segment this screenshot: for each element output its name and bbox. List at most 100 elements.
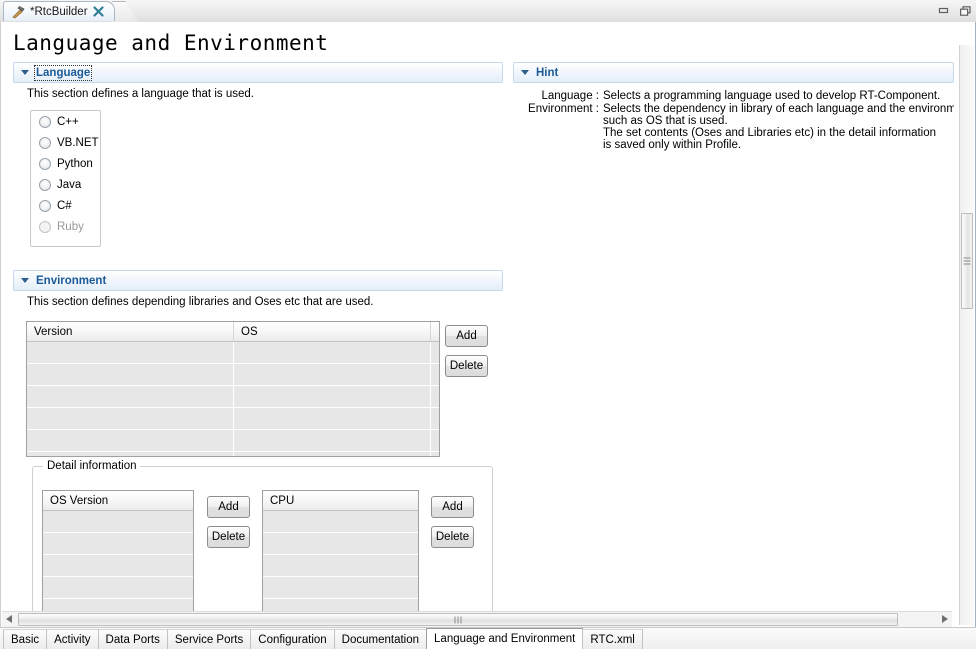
environment-section-header[interactable]: Environment bbox=[13, 270, 503, 291]
os-version-add-button[interactable]: Add bbox=[207, 496, 250, 518]
radio-label: C# bbox=[57, 199, 72, 212]
cell-cpu bbox=[263, 555, 418, 576]
tab-data-ports[interactable]: Data Ports bbox=[97, 629, 168, 649]
environment-section-title: Environment bbox=[36, 274, 107, 287]
cpu-table-header: CPU bbox=[263, 491, 418, 511]
page-tab-bar: Basic Activity Data Ports Service Ports … bbox=[0, 627, 976, 649]
tab-service-ports[interactable]: Service Ports bbox=[166, 629, 252, 649]
close-icon[interactable] bbox=[92, 6, 104, 17]
radio-option-csharp[interactable]: C# bbox=[31, 195, 100, 216]
table-row[interactable] bbox=[27, 430, 439, 452]
cell-version bbox=[27, 408, 234, 429]
language-radio-group: C++ VB.NET Python Java C# Ruby bbox=[30, 110, 101, 247]
cell-os-version bbox=[43, 577, 193, 598]
table-row[interactable] bbox=[263, 577, 418, 599]
os-version-delete-button[interactable]: Delete bbox=[207, 526, 250, 548]
radio-icon bbox=[39, 115, 51, 128]
table-row[interactable] bbox=[27, 408, 439, 430]
cell-os bbox=[234, 342, 431, 363]
hint-entry-language: Language : Selects a programming languag… bbox=[513, 90, 954, 102]
vertical-scrollbar[interactable] bbox=[959, 45, 974, 625]
window-controls bbox=[937, 4, 972, 16]
hint-section-header[interactable]: Hint bbox=[513, 62, 954, 83]
cpu-delete-button[interactable]: Delete bbox=[431, 526, 474, 548]
environment-table[interactable]: Version OS bbox=[26, 321, 440, 457]
hint-line-1: Selects the dependency in library of eac… bbox=[603, 103, 954, 115]
cell-os bbox=[234, 408, 431, 429]
radio-icon bbox=[39, 157, 51, 170]
table-row[interactable] bbox=[27, 342, 439, 364]
hint-text-environment: Selects the dependency in library of eac… bbox=[603, 103, 954, 151]
editor-tab-strip: *RtcBuilder bbox=[0, 0, 976, 23]
column-header-os[interactable]: OS bbox=[234, 322, 431, 341]
tab-documentation[interactable]: Documentation bbox=[333, 629, 428, 649]
environment-add-button[interactable]: Add bbox=[445, 325, 488, 347]
scroll-left-icon[interactable] bbox=[6, 615, 12, 623]
cpu-table-body bbox=[263, 511, 418, 613]
os-version-table[interactable]: OS Version bbox=[42, 490, 194, 614]
table-row[interactable] bbox=[27, 364, 439, 386]
editor-tab-rtcbuilder[interactable]: *RtcBuilder bbox=[3, 1, 115, 21]
hint-line-4: is saved only within Profile. bbox=[603, 139, 742, 151]
hint-content: Language : Selects a programming languag… bbox=[513, 90, 954, 152]
radio-label: Java bbox=[57, 178, 82, 191]
cell-os bbox=[234, 430, 431, 451]
table-row[interactable] bbox=[263, 555, 418, 577]
cpu-table[interactable]: CPU bbox=[262, 490, 419, 614]
detail-information-label: Detail information bbox=[43, 460, 141, 472]
cell-cpu bbox=[263, 577, 418, 598]
hint-label-environment: Environment : bbox=[528, 103, 599, 115]
language-section-description: This section defines a language that is … bbox=[27, 88, 254, 100]
horizontal-scrollbar-thumb[interactable] bbox=[18, 613, 898, 626]
tab-language-and-environment[interactable]: Language and Environment bbox=[426, 628, 584, 649]
table-row[interactable] bbox=[43, 533, 193, 555]
table-row[interactable] bbox=[263, 511, 418, 533]
tab-activity[interactable]: Activity bbox=[46, 629, 99, 649]
scroll-right-icon[interactable] bbox=[942, 615, 948, 623]
tab-strip-slant bbox=[112, 1, 138, 22]
language-section-header[interactable]: Language bbox=[13, 62, 503, 83]
minimize-icon[interactable] bbox=[937, 4, 950, 16]
horizontal-scrollbar[interactable] bbox=[2, 611, 952, 627]
cell-cpu bbox=[263, 511, 418, 532]
radio-label: Ruby bbox=[57, 220, 84, 233]
table-row[interactable] bbox=[27, 386, 439, 408]
table-row[interactable] bbox=[43, 511, 193, 533]
hint-line-2: such as OS that is used. bbox=[603, 115, 728, 127]
column-header-os-version[interactable]: OS Version bbox=[43, 491, 193, 510]
hint-label-language: Language : bbox=[541, 90, 599, 102]
scrollbar-grip-icon bbox=[963, 257, 971, 265]
environment-section-description: This section defines depending libraries… bbox=[27, 296, 374, 308]
environment-table-header: Version OS bbox=[27, 322, 439, 342]
rtcbuilder-window: *RtcBuilder Language and Environment Lan… bbox=[0, 0, 976, 649]
tab-configuration[interactable]: Configuration bbox=[250, 629, 335, 649]
radio-option-python[interactable]: Python bbox=[31, 153, 100, 174]
table-row[interactable] bbox=[43, 577, 193, 599]
cell-version bbox=[27, 386, 234, 407]
radio-option-cpp[interactable]: C++ bbox=[31, 111, 100, 132]
hint-text-language: Selects a programming language used to d… bbox=[603, 90, 941, 102]
cell-cpu bbox=[263, 533, 418, 554]
vertical-scrollbar-thumb[interactable] bbox=[961, 213, 973, 309]
cpu-add-button[interactable]: Add bbox=[431, 496, 474, 518]
os-version-table-header: OS Version bbox=[43, 491, 193, 511]
table-row[interactable] bbox=[263, 533, 418, 555]
radio-label: Python bbox=[57, 157, 93, 170]
radio-option-vbnet[interactable]: VB.NET bbox=[31, 132, 100, 153]
editor-tab-label: *RtcBuilder bbox=[30, 5, 88, 18]
scrollbar-grip-icon bbox=[454, 616, 462, 623]
table-row[interactable] bbox=[27, 452, 439, 456]
cell-version bbox=[27, 452, 234, 456]
chevron-down-icon bbox=[521, 70, 529, 75]
environment-delete-button[interactable]: Delete bbox=[445, 355, 488, 377]
hammer-icon bbox=[11, 5, 25, 19]
restore-icon[interactable] bbox=[959, 4, 972, 16]
cell-version bbox=[27, 364, 234, 385]
column-header-cpu[interactable]: CPU bbox=[263, 491, 418, 510]
column-header-version[interactable]: Version bbox=[27, 322, 234, 341]
tab-rtc-xml[interactable]: RTC.xml bbox=[582, 629, 643, 649]
table-row[interactable] bbox=[43, 555, 193, 577]
tab-basic[interactable]: Basic bbox=[3, 629, 48, 649]
hint-section-title: Hint bbox=[536, 66, 559, 79]
radio-option-java[interactable]: Java bbox=[31, 174, 100, 195]
